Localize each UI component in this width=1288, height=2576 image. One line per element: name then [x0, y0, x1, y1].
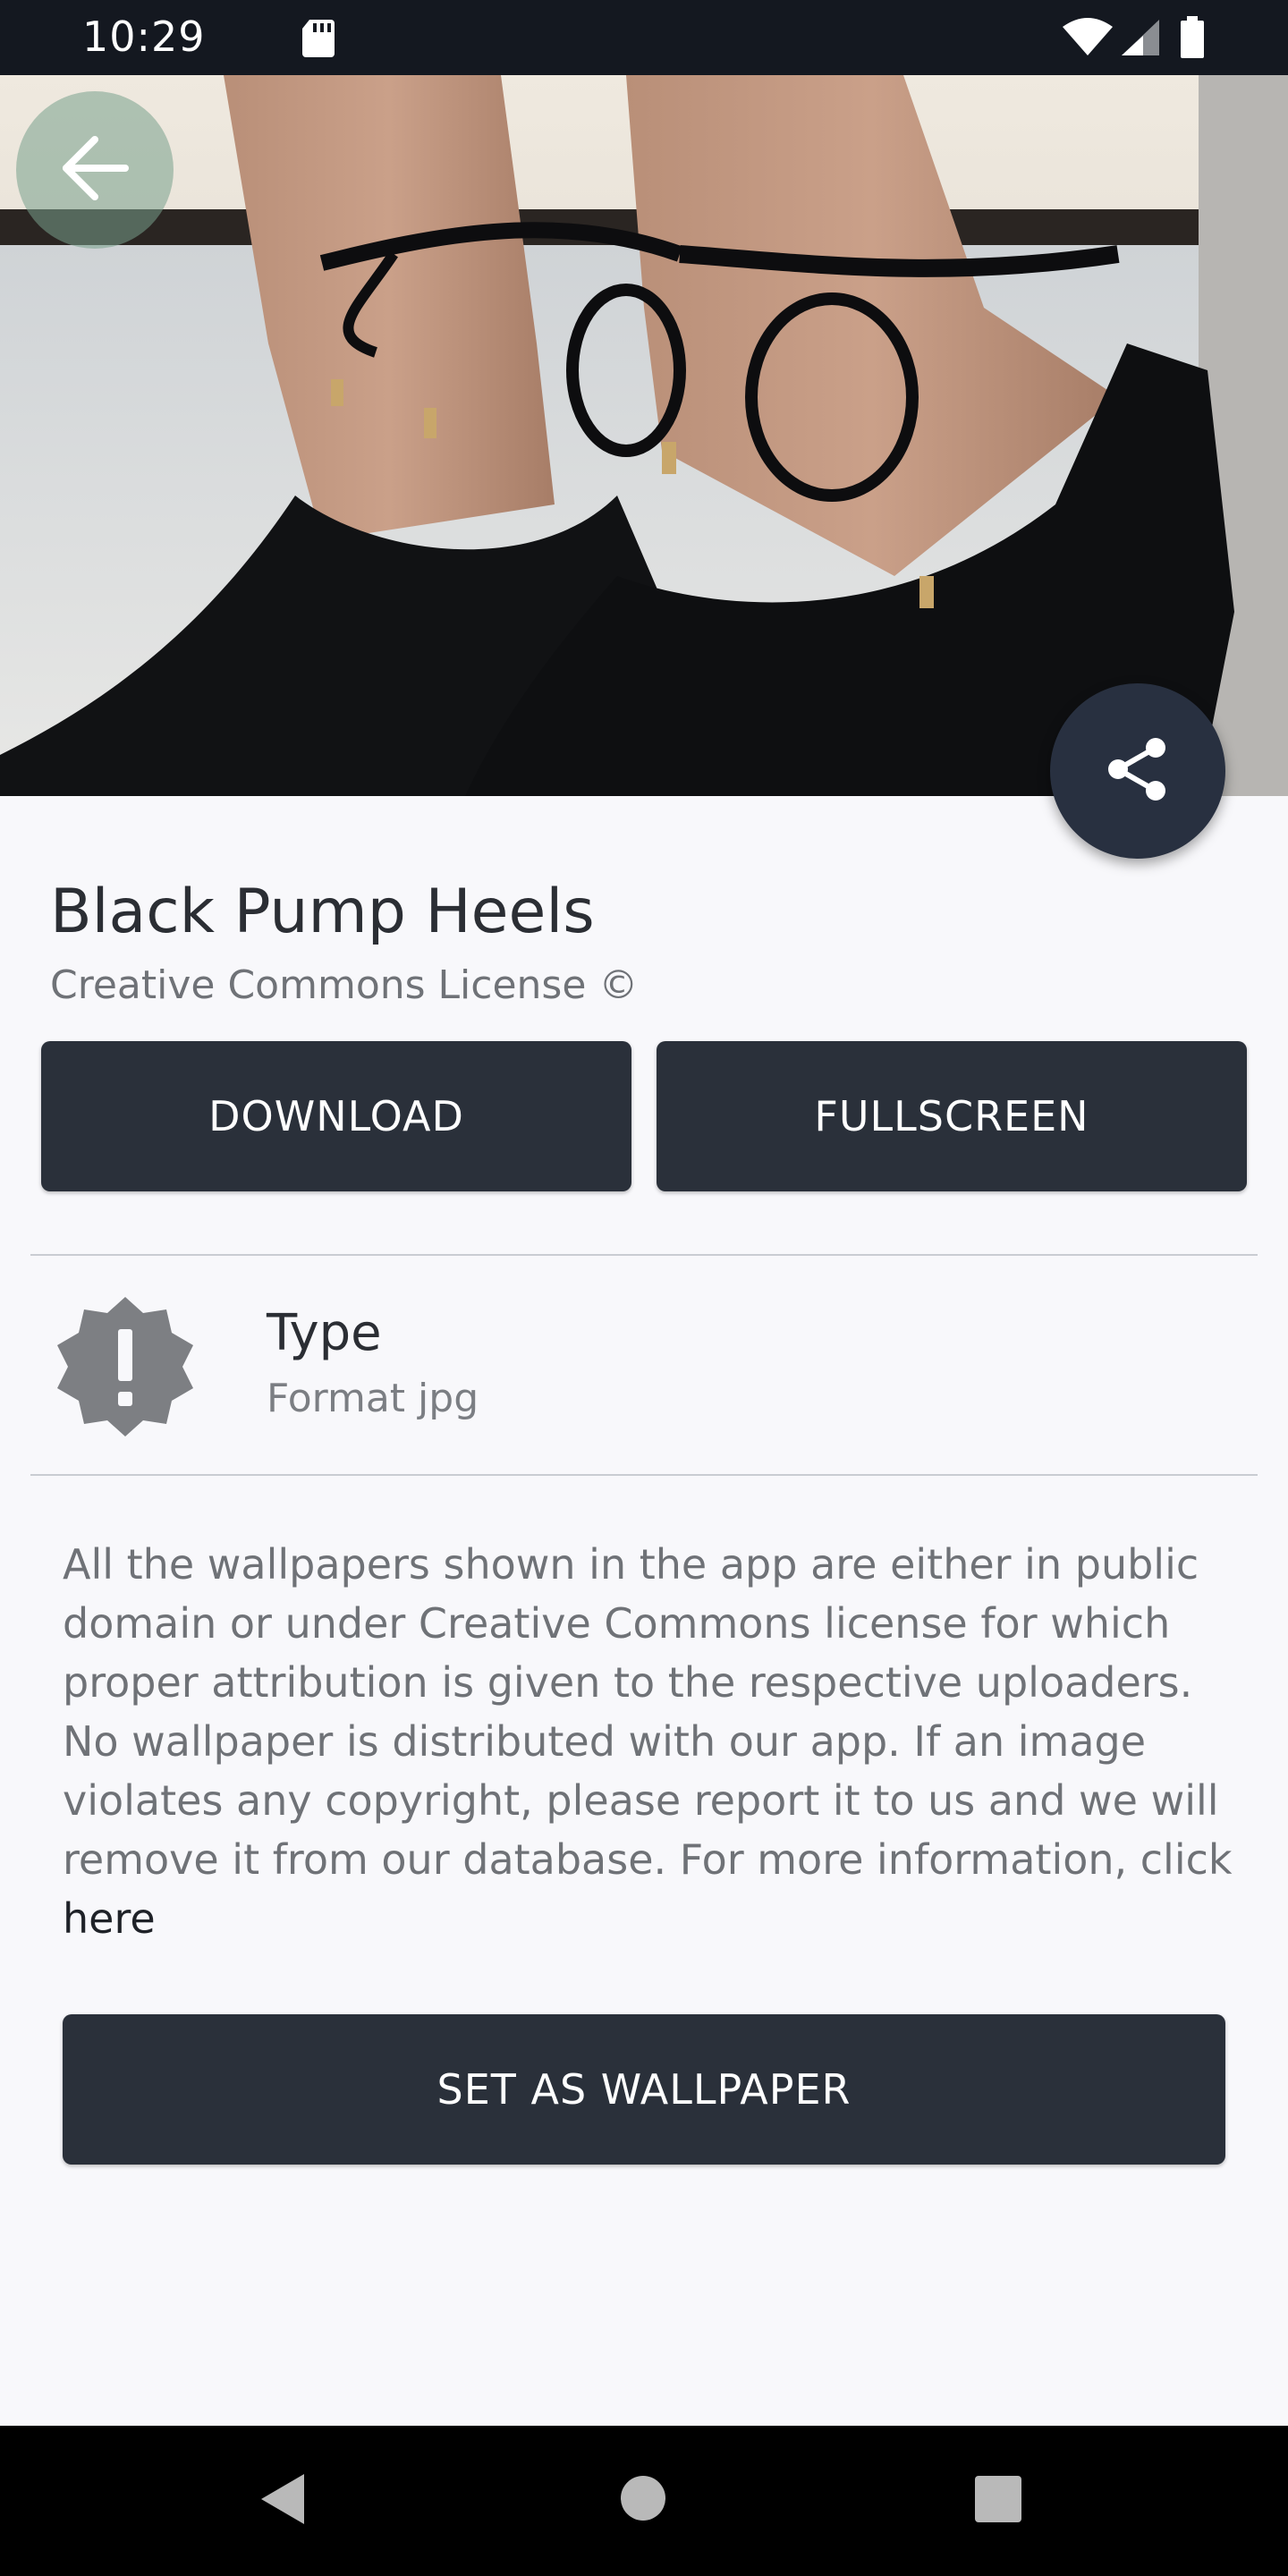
download-button[interactable]: DOWNLOAD	[41, 1041, 631, 1191]
status-time: 10:29	[82, 13, 206, 61]
info-label: Type	[267, 1304, 382, 1362]
battery-icon	[1179, 16, 1206, 63]
signal-icon	[1120, 18, 1161, 61]
disclaimer-text: All the wallpapers shown in the app are …	[63, 1535, 1243, 1948]
navigation-bar	[0, 2426, 1288, 2576]
divider	[30, 1474, 1258, 1476]
wallpaper-image[interactable]	[0, 75, 1288, 796]
wifi-icon	[1061, 18, 1114, 61]
fullscreen-button[interactable]: FULLSCREEN	[657, 1041, 1247, 1191]
set-as-wallpaper-button[interactable]: SET AS WALLPAPER	[63, 2014, 1225, 2165]
arrow-left-icon	[59, 132, 131, 208]
back-button[interactable]	[16, 91, 174, 249]
wallpaper-detail-screen: 10:29 Black Pump Heels Creative Commons …	[0, 0, 1288, 2576]
sd-card-icon	[301, 18, 336, 63]
share-button[interactable]	[1050, 683, 1225, 859]
status-bar: 10:29	[0, 0, 1288, 75]
more-info-link[interactable]: here	[63, 1894, 156, 1943]
license-text: Creative Commons License ©	[50, 962, 639, 1008]
nav-back-icon[interactable]	[259, 2472, 306, 2529]
nav-recents-icon[interactable]	[975, 2476, 1021, 2522]
alert-badge-icon	[52, 1293, 199, 1444]
info-value: Format jpg	[267, 1376, 479, 1421]
disclaimer-body: All the wallpapers shown in the app are …	[63, 1540, 1233, 1884]
nav-home-icon[interactable]	[621, 2476, 665, 2521]
share-icon	[1104, 735, 1172, 807]
wallpaper-title: Black Pump Heels	[50, 877, 595, 947]
divider	[30, 1254, 1258, 1256]
